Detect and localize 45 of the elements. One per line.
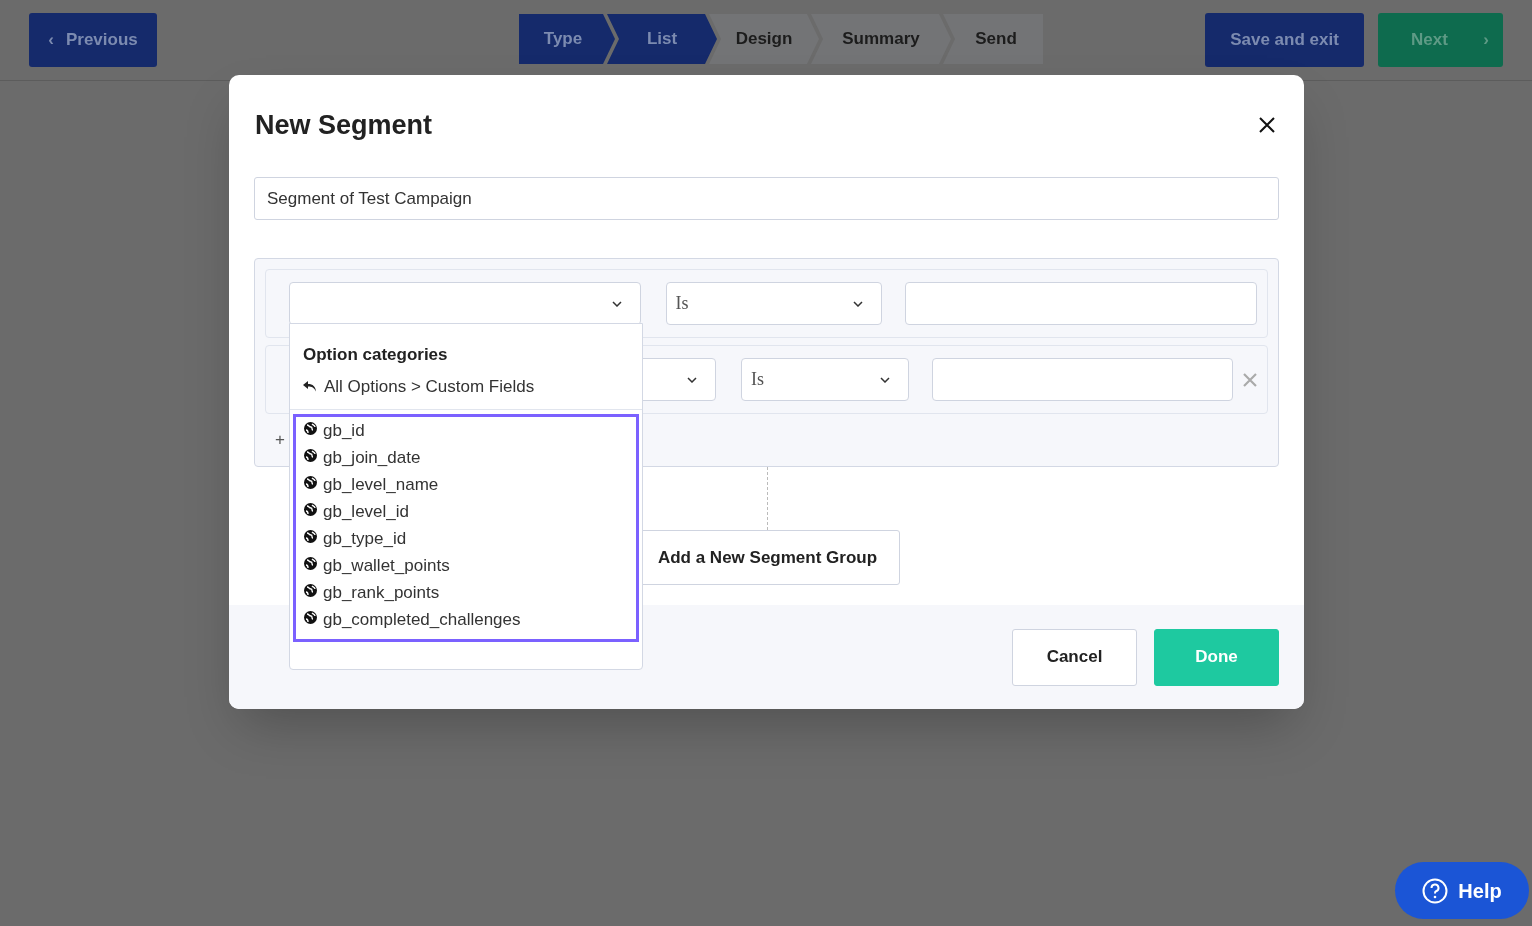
globe-icon	[304, 584, 317, 597]
add-condition-button[interactable]: +	[275, 426, 285, 453]
option-item[interactable]: gb_level_name	[304, 474, 636, 501]
globe-icon	[304, 476, 317, 489]
cancel-button[interactable]: Cancel	[1012, 628, 1137, 686]
step-tab[interactable]: Type	[519, 14, 615, 64]
step-tab[interactable]: Summary	[811, 14, 951, 64]
globe-icon	[304, 449, 317, 462]
globe-icon	[304, 530, 317, 543]
chevron-right-icon: ›	[1483, 27, 1489, 53]
close-icon[interactable]	[1258, 116, 1276, 134]
field-select[interactable]	[289, 282, 641, 325]
option-item[interactable]: gb_id	[304, 420, 636, 447]
value-field[interactable]	[905, 282, 1257, 325]
question-icon	[1422, 877, 1449, 904]
chevron-down-icon	[611, 300, 622, 307]
previous-button[interactable]: ‹ Previous	[29, 13, 157, 67]
operator-select[interactable]: Is	[665, 282, 883, 325]
dialog-title: New Segment	[255, 108, 433, 142]
globe-icon	[304, 503, 317, 516]
globe-icon	[304, 557, 317, 570]
option-item[interactable]: gb_type_id	[304, 528, 636, 555]
chevron-down-icon	[879, 376, 890, 383]
option-item[interactable]: gb_level_id	[304, 501, 636, 528]
option-item[interactable]: gb_completed_challenges	[304, 609, 636, 636]
option-item[interactable]: gb_join_date	[304, 447, 636, 474]
dropdown-heading: Option categories	[302, 344, 449, 366]
chevron-left-icon: ‹	[48, 27, 54, 53]
chevron-down-icon	[687, 376, 697, 383]
globe-icon	[304, 611, 317, 624]
step-tab[interactable]: List	[607, 14, 717, 64]
option-item[interactable]: gb_wallet_points	[304, 555, 636, 582]
step-tab[interactable]: Send	[943, 14, 1043, 64]
step-tab[interactable]: Design	[709, 14, 819, 64]
option-item[interactable]: gb_rank_points	[304, 582, 636, 609]
globe-icon	[304, 422, 317, 435]
back-arrow-icon	[303, 380, 317, 392]
save-and-exit-button[interactable]: Save and exit	[1205, 13, 1364, 67]
help-button[interactable]: Help	[1395, 862, 1529, 919]
segment-name-field[interactable]: Segment of Test Campaign	[254, 177, 1279, 220]
operator-select[interactable]: Is	[741, 358, 909, 401]
remove-icon[interactable]	[1243, 372, 1257, 387]
chevron-down-icon	[853, 300, 864, 307]
breadcrumb-link[interactable]: All Options > Custom Fields	[303, 373, 535, 399]
value-field[interactable]	[931, 358, 1233, 401]
